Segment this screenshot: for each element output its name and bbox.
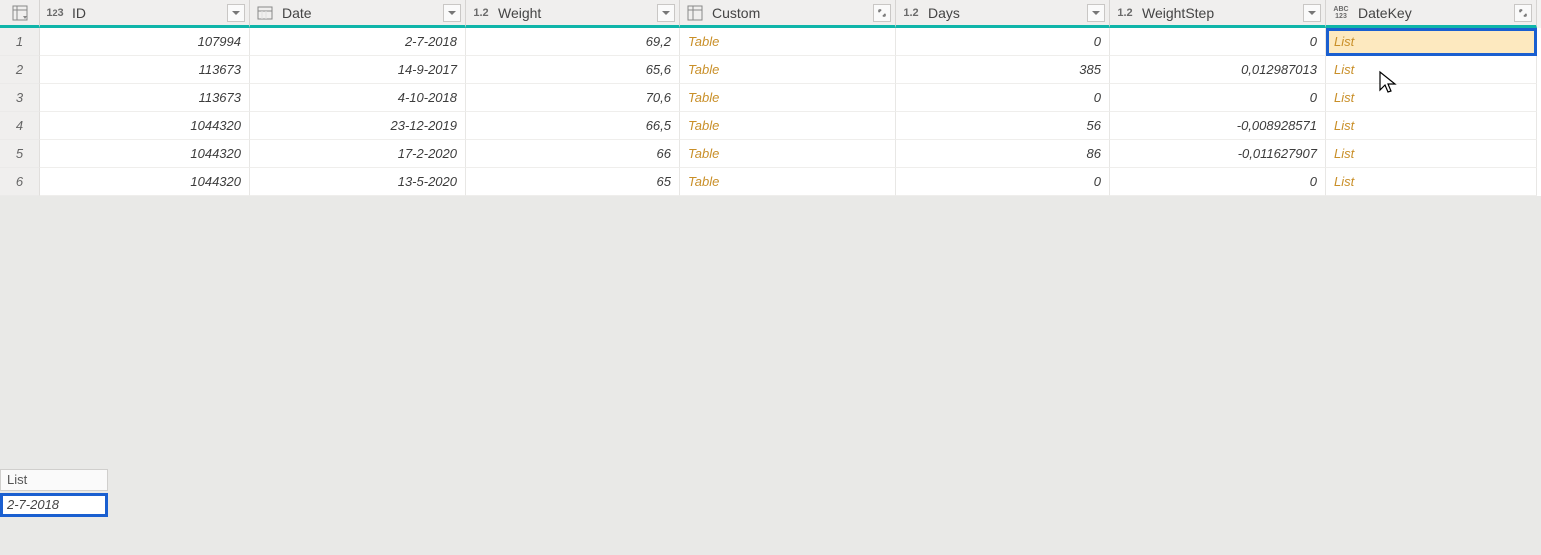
cell-custom[interactable]: Table <box>680 84 896 112</box>
cell-days[interactable]: 56 <box>896 112 1110 140</box>
decimal-type-icon: 1.2 <box>1116 4 1134 22</box>
cell-datekey[interactable]: List <box>1326 56 1537 84</box>
column-name: Date <box>278 5 443 21</box>
column-header-days[interactable]: 1.2 Days <box>896 0 1110 28</box>
cell-date[interactable]: 17-2-2020 <box>250 140 466 168</box>
cell-weightstep[interactable]: 0,012987013 <box>1110 56 1326 84</box>
column-header-row: 123 ID Date 1.2 Weight Custom 1.2 Days 1… <box>0 0 1541 28</box>
column-name: DateKey <box>1354 5 1514 21</box>
cell-custom[interactable]: Table <box>680 140 896 168</box>
cell-weightstep[interactable]: 0 <box>1110 28 1326 56</box>
cell-id[interactable]: 113673 <box>40 56 250 84</box>
cell-id[interactable]: 107994 <box>40 28 250 56</box>
column-header-id[interactable]: 123 ID <box>40 0 250 28</box>
preview-title: List <box>0 469 108 491</box>
table-row: 5 1044320 17-2-2020 66 Table 86 -0,01162… <box>0 140 1541 168</box>
column-name: Days <box>924 5 1087 21</box>
cell-preview-panel: List 2-7-2018 <box>0 469 108 517</box>
filter-dropdown-icon[interactable] <box>443 4 461 22</box>
table-row: 3 113673 4-10-2018 70,6 Table 0 0 List <box>0 84 1541 112</box>
cell-days[interactable]: 385 <box>896 56 1110 84</box>
filter-dropdown-icon[interactable] <box>1303 4 1321 22</box>
cell-weight[interactable]: 65 <box>466 168 680 196</box>
cell-days[interactable]: 0 <box>896 28 1110 56</box>
row-number[interactable]: 1 <box>0 28 40 56</box>
filter-dropdown-icon[interactable] <box>1087 4 1105 22</box>
cell-days[interactable]: 86 <box>896 140 1110 168</box>
cell-weight[interactable]: 69,2 <box>466 28 680 56</box>
cell-custom[interactable]: Table <box>680 112 896 140</box>
cell-date[interactable]: 4-10-2018 <box>250 84 466 112</box>
cell-datekey[interactable]: List <box>1326 84 1537 112</box>
decimal-type-icon: 1.2 <box>472 4 490 22</box>
column-header-custom[interactable]: Custom <box>680 0 896 28</box>
cell-weight[interactable]: 65,6 <box>466 56 680 84</box>
expand-column-icon[interactable] <box>1514 4 1532 22</box>
cell-id[interactable]: 1044320 <box>40 140 250 168</box>
column-name: Custom <box>708 5 873 21</box>
table-row: 4 1044320 23-12-2019 66,5 Table 56 -0,00… <box>0 112 1541 140</box>
cell-datekey[interactable]: List <box>1326 28 1537 56</box>
column-header-weightstep[interactable]: 1.2 WeightStep <box>1110 0 1326 28</box>
cell-date[interactable]: 13-5-2020 <box>250 168 466 196</box>
cell-date[interactable]: 23-12-2019 <box>250 112 466 140</box>
cell-weight[interactable]: 66 <box>466 140 680 168</box>
cell-weightstep[interactable]: 0 <box>1110 168 1326 196</box>
column-header-datekey[interactable]: ABC123 DateKey <box>1326 0 1537 28</box>
cell-weight[interactable]: 70,6 <box>466 84 680 112</box>
data-grid: 123 ID Date 1.2 Weight Custom 1.2 Days 1… <box>0 0 1541 196</box>
row-number[interactable]: 2 <box>0 56 40 84</box>
cell-id[interactable]: 1044320 <box>40 168 250 196</box>
table-row: 6 1044320 13-5-2020 65 Table 0 0 List <box>0 168 1541 196</box>
date-type-icon <box>256 4 274 22</box>
cell-id[interactable]: 1044320 <box>40 112 250 140</box>
cell-datekey[interactable]: List <box>1326 140 1537 168</box>
cell-days[interactable]: 0 <box>896 84 1110 112</box>
column-header-date[interactable]: Date <box>250 0 466 28</box>
filter-dropdown-icon[interactable] <box>227 4 245 22</box>
cell-weightstep[interactable]: -0,008928571 <box>1110 112 1326 140</box>
table-type-icon <box>686 4 704 22</box>
cell-date[interactable]: 2-7-2018 <box>250 28 466 56</box>
cell-weightstep[interactable]: -0,011627907 <box>1110 140 1326 168</box>
row-number[interactable]: 3 <box>0 84 40 112</box>
cell-weightstep[interactable]: 0 <box>1110 84 1326 112</box>
preview-value[interactable]: 2-7-2018 <box>0 493 108 517</box>
column-name: WeightStep <box>1138 5 1303 21</box>
cell-custom[interactable]: Table <box>680 168 896 196</box>
table-options-button[interactable] <box>0 0 40 28</box>
cell-custom[interactable]: Table <box>680 28 896 56</box>
column-header-weight[interactable]: 1.2 Weight <box>466 0 680 28</box>
filter-dropdown-icon[interactable] <box>657 4 675 22</box>
cell-id[interactable]: 113673 <box>40 84 250 112</box>
column-name: Weight <box>494 5 657 21</box>
cell-datekey[interactable]: List <box>1326 168 1537 196</box>
cell-custom[interactable]: Table <box>680 56 896 84</box>
table-row: 1 107994 2-7-2018 69,2 Table 0 0 List <box>0 28 1541 56</box>
column-name: ID <box>68 5 227 21</box>
cell-date[interactable]: 14-9-2017 <box>250 56 466 84</box>
row-number[interactable]: 6 <box>0 168 40 196</box>
cell-datekey[interactable]: List <box>1326 112 1537 140</box>
any-type-icon: ABC123 <box>1332 4 1350 22</box>
cell-days[interactable]: 0 <box>896 168 1110 196</box>
expand-column-icon[interactable] <box>873 4 891 22</box>
cell-weight[interactable]: 66,5 <box>466 112 680 140</box>
table-row: 2 113673 14-9-2017 65,6 Table 385 0,0129… <box>0 56 1541 84</box>
row-number[interactable]: 5 <box>0 140 40 168</box>
decimal-type-icon: 1.2 <box>902 4 920 22</box>
int-type-icon: 123 <box>46 4 64 22</box>
row-number[interactable]: 4 <box>0 112 40 140</box>
